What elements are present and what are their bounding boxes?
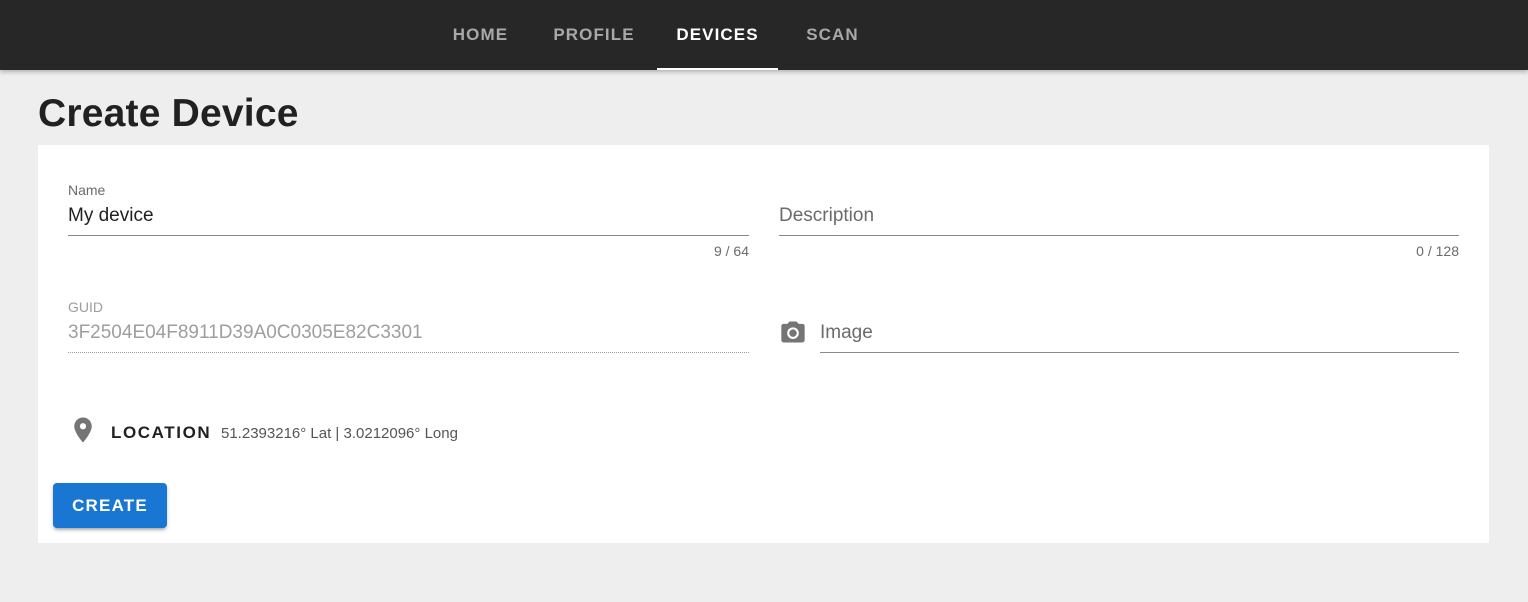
description-underline (779, 235, 1459, 236)
location-label: LOCATION (111, 423, 212, 442)
description-input[interactable]: Description (779, 205, 874, 227)
name-label: Name (68, 182, 106, 198)
tab-devices[interactable]: DEVICES (657, 0, 778, 70)
image-field[interactable]: Image (779, 297, 1459, 357)
name-counter: 9 / 64 (713, 243, 749, 259)
tab-scan[interactable]: SCAN (778, 0, 887, 70)
page-title: Create Device (38, 92, 299, 135)
guid-field: GUID 3F2504E04F8911D39A0C0305E82C3301 (68, 297, 749, 357)
tab-home[interactable]: HOME (430, 0, 531, 70)
nav-tabs: HOME PROFILE DEVICES SCAN (430, 0, 887, 70)
location-row: LOCATION 51.2393216° Lat | 3.0212096° Lo… (68, 413, 768, 449)
image-input[interactable]: Image (820, 322, 873, 344)
image-underline (820, 352, 1459, 353)
name-field[interactable]: Name My device 9 / 64 (68, 180, 749, 260)
location-coords: 51.2393216° Lat | 3.0212096° Long (221, 425, 458, 442)
create-button[interactable]: CREATE (53, 483, 167, 528)
create-device-card: Name My device 9 / 64 Description 0 / 12… (38, 145, 1489, 543)
guid-label: GUID (68, 299, 103, 315)
description-field[interactable]: Description 0 / 128 (779, 180, 1459, 260)
top-app-bar: HOME PROFILE DEVICES SCAN (0, 0, 1528, 70)
guid-underline (68, 352, 749, 353)
name-underline (68, 235, 749, 236)
camera-icon[interactable] (779, 318, 807, 346)
tab-profile[interactable]: PROFILE (531, 0, 657, 70)
guid-input: 3F2504E04F8911D39A0C0305E82C3301 (68, 322, 423, 343)
name-input[interactable]: My device (68, 205, 154, 227)
map-marker-icon (74, 417, 92, 443)
description-counter: 0 / 128 (1416, 243, 1459, 259)
